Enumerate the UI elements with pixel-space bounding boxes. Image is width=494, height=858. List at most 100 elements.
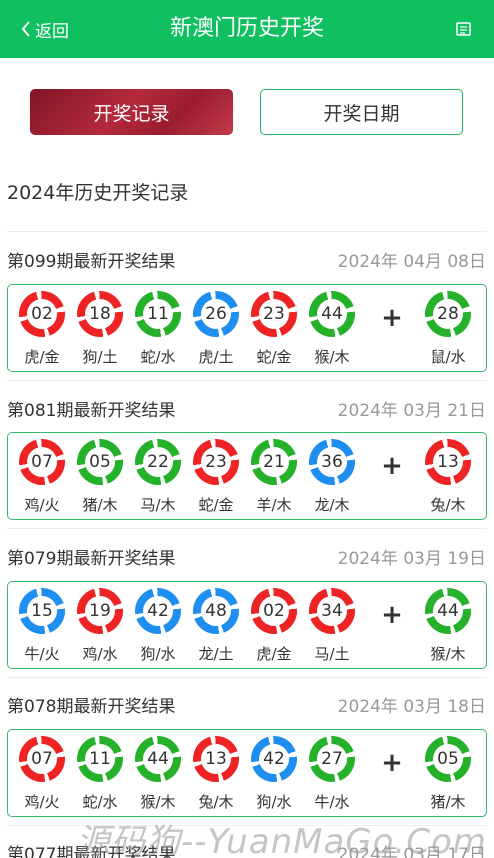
tab-dates[interactable]: 开奖日期 (260, 89, 463, 135)
ball-number: 26 (205, 304, 227, 324)
ball-zodiac: 鼠/水 (430, 348, 466, 366)
ball-zodiac: 兔/木 (430, 496, 466, 514)
lottery-ball: 15 (19, 588, 65, 634)
special-ball-cell: 44 猴/木 (417, 588, 477, 664)
plus-icon: + (381, 600, 403, 630)
lottery-ball: 07 (19, 736, 65, 782)
lottery-ball: 26 (193, 291, 239, 337)
lottery-ball: 36 (309, 439, 355, 485)
ball-number: 42 (263, 749, 285, 769)
ball-zodiac: 鸡/火 (24, 793, 60, 811)
ball-number: 36 (321, 452, 343, 472)
ball-cell: 02 虎/金 (243, 588, 303, 664)
ball-number: 22 (147, 452, 169, 472)
lottery-ball: 27 (309, 736, 355, 782)
special-ball-cell: 05 猪/木 (417, 736, 477, 812)
ball-cell: 42 狗/水 (243, 736, 303, 812)
ball-cell: 21 羊/木 (243, 439, 303, 515)
lottery-ball: 42 (251, 736, 297, 782)
ball-number: 07 (31, 749, 53, 769)
ball-zodiac: 马/土 (314, 645, 350, 663)
divider (7, 231, 487, 232)
draw-result-box: 02 虎/金 18 狗/土 11 蛇/水 26 虎/土 23 蛇/金 44 猴/木 + 28… (7, 284, 487, 372)
ball-number: 05 (437, 749, 459, 769)
ball-cell: 27 牛/水 (301, 736, 361, 812)
lottery-ball: 11 (77, 736, 123, 782)
special-ball: 05 (425, 736, 471, 782)
ball-number: 11 (147, 304, 169, 324)
ball-number: 11 (89, 749, 111, 769)
ball-zodiac: 蛇/水 (140, 348, 176, 366)
draw-date: 2024年 03月 21日 (337, 401, 486, 421)
special-ball-cell: 28 鼠/水 (417, 291, 477, 367)
list-menu-icon[interactable] (454, 20, 474, 38)
ball-cell: 11 蛇/水 (69, 736, 129, 812)
ball-cell: 48 龙/土 (185, 588, 245, 664)
ball-cell: 44 猴/木 (127, 736, 187, 812)
plus-icon: + (381, 451, 403, 481)
ball-cell: 13 兔/木 (185, 736, 245, 812)
ball-zodiac: 猴/木 (430, 645, 466, 663)
ball-zodiac: 猴/木 (314, 348, 350, 366)
lottery-ball: 07 (19, 439, 65, 485)
ball-zodiac: 龙/木 (314, 496, 350, 514)
ball-number: 15 (31, 601, 53, 621)
draw-title: 第081期最新开奖结果 (7, 401, 176, 421)
ball-number: 18 (89, 304, 111, 324)
ball-number: 23 (263, 304, 285, 324)
draw-date: 2024年 04月 08日 (337, 252, 486, 272)
ball-zodiac: 蛇/水 (82, 793, 118, 811)
ball-number: 13 (205, 749, 227, 769)
lottery-ball: 02 (19, 291, 65, 337)
ball-zodiac: 马/木 (140, 496, 176, 514)
ball-number: 05 (89, 452, 111, 472)
ball-zodiac: 牛/火 (24, 645, 60, 663)
ball-number: 34 (321, 601, 343, 621)
draw-title: 第079期最新开奖结果 (7, 549, 176, 569)
watermark: 源码狗--YuanMaGo.Com (76, 822, 487, 858)
page-title: 新澳门历史开奖 (169, 16, 324, 41)
divider (7, 677, 487, 678)
ball-number: 44 (321, 304, 343, 324)
plus-icon: + (381, 303, 403, 333)
ball-zodiac: 牛/水 (314, 793, 350, 811)
plus-icon: + (381, 748, 403, 778)
ball-number: 48 (205, 601, 227, 621)
draw-title: 第099期最新开奖结果 (7, 252, 176, 272)
draw-result-box: 07 鸡/火 05 猪/木 22 马/木 23 蛇/金 21 羊/木 36 龙/木 + 13… (7, 432, 487, 520)
ball-number: 02 (263, 601, 285, 621)
ball-number: 13 (437, 452, 459, 472)
ball-zodiac: 鸡/火 (24, 496, 60, 514)
ball-zodiac: 虎/土 (198, 348, 234, 366)
lottery-ball: 34 (309, 588, 355, 634)
ball-cell: 05 猪/木 (69, 439, 129, 515)
special-ball: 13 (425, 439, 471, 485)
lottery-ball: 05 (77, 439, 123, 485)
lottery-ball: 02 (251, 588, 297, 634)
ball-cell: 34 马/土 (301, 588, 361, 664)
lottery-ball: 21 (251, 439, 297, 485)
lottery-ball: 44 (135, 736, 181, 782)
divider (7, 380, 487, 381)
ball-number: 44 (437, 601, 459, 621)
ball-cell: 02 虎/金 (11, 291, 71, 367)
lottery-ball: 22 (135, 439, 181, 485)
ball-cell: 19 鸡/水 (69, 588, 129, 664)
ball-number: 28 (437, 304, 459, 324)
tab-records[interactable]: 开奖记录 (30, 89, 233, 135)
ball-zodiac: 狗/水 (256, 793, 292, 811)
ball-cell: 26 虎/土 (185, 291, 245, 367)
ball-zodiac: 猪/木 (430, 793, 466, 811)
ball-cell: 22 马/木 (127, 439, 187, 515)
ball-number: 19 (89, 601, 111, 621)
ball-number: 42 (147, 601, 169, 621)
lottery-ball: 44 (309, 291, 355, 337)
lottery-ball: 23 (251, 291, 297, 337)
ball-zodiac: 龙/土 (198, 645, 234, 663)
ball-cell: 36 龙/木 (301, 439, 361, 515)
ball-zodiac: 鸡/水 (82, 645, 118, 663)
ball-cell: 44 猴/木 (301, 291, 361, 367)
ball-cell: 18 狗/土 (69, 291, 129, 367)
ball-cell: 07 鸡/火 (11, 736, 71, 812)
ball-number: 44 (147, 749, 169, 769)
